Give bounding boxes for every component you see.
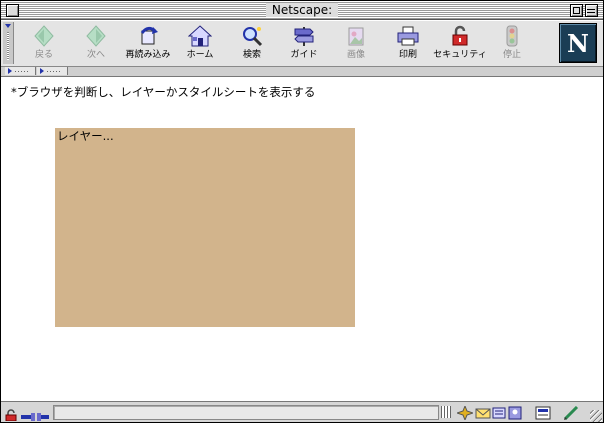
browser-window: Netscape: 戻る 次へ 再読み込み ホーム 検索 ガイド 画像 印刷 セ… [0,0,604,423]
forward-button[interactable]: 次へ [69,23,123,63]
lock-icon [448,25,472,47]
collapse-box[interactable] [585,4,598,17]
back-button[interactable]: 戻る [17,23,71,63]
zoom-box[interactable] [570,4,583,17]
search-button[interactable]: 検索 [225,23,279,63]
pen-edit-icon[interactable] [563,405,579,421]
forward-label: 次へ [86,50,105,60]
title-bar[interactable]: Netscape: [1,1,603,20]
address-book-icon[interactable] [507,405,523,420]
mail-icon[interactable] [475,405,491,419]
personal-toolbar-tab[interactable] [37,67,68,75]
composer-icon[interactable] [535,405,551,420]
search-label: 検索 [242,50,261,60]
security-lock-icon[interactable] [5,406,17,422]
page-heading: *ブラウザを判断し、レイヤーかスタイルシートを表示する [11,85,316,99]
print-icon [396,25,420,47]
status-bar [1,401,603,422]
reload-label: 再読み込み [125,50,171,60]
reload-button[interactable]: 再読み込み [121,23,175,63]
security-button[interactable]: セキュリティ [433,23,487,63]
back-label: 戻る [34,50,53,60]
connection-icon [21,407,49,421]
guide-icon [292,25,316,47]
stop-icon [500,25,524,47]
reload-icon [136,25,160,47]
home-icon [187,25,213,47]
layer-box: レイヤー... [55,128,355,327]
page-content: *ブラウザを判断し、レイヤーかスタイルシートを表示する レイヤー... [1,77,603,401]
toolbar-collapse-handle[interactable] [3,22,14,64]
logo-letter: N [567,29,589,58]
search-icon [240,25,264,47]
images-icon [344,25,368,47]
component-bar-grip[interactable] [441,406,451,418]
netscape-logo[interactable]: N [559,23,597,63]
home-label: ホーム [186,50,214,60]
images-label: 画像 [346,50,365,60]
newsgroups-icon[interactable] [491,405,507,419]
window-title: Netscape: [1,2,603,18]
navigation-toolbar: 戻る 次へ 再読み込み ホーム 検索 ガイド 画像 印刷 セキュリティ 停止 N [1,20,603,67]
images-button[interactable]: 画像 [329,23,383,63]
stop-label: 停止 [502,50,521,60]
guide-label: ガイド [290,50,318,60]
security-label: セキュリティ [433,50,487,60]
forward-arrow-icon [84,25,108,47]
print-label: 印刷 [398,50,417,60]
stop-button[interactable]: 停止 [485,23,539,63]
layer-text: レイヤー... [57,129,114,143]
navigator-icon[interactable] [455,404,475,422]
status-message-field [53,405,439,420]
back-arrow-icon [32,25,56,47]
location-bar-tab[interactable] [5,67,36,75]
guide-button[interactable]: ガイド [277,23,331,63]
home-button[interactable]: ホーム [173,23,227,63]
print-button[interactable]: 印刷 [381,23,435,63]
resize-grip[interactable] [590,410,602,422]
collapsed-toolbar-tabs [1,67,603,77]
